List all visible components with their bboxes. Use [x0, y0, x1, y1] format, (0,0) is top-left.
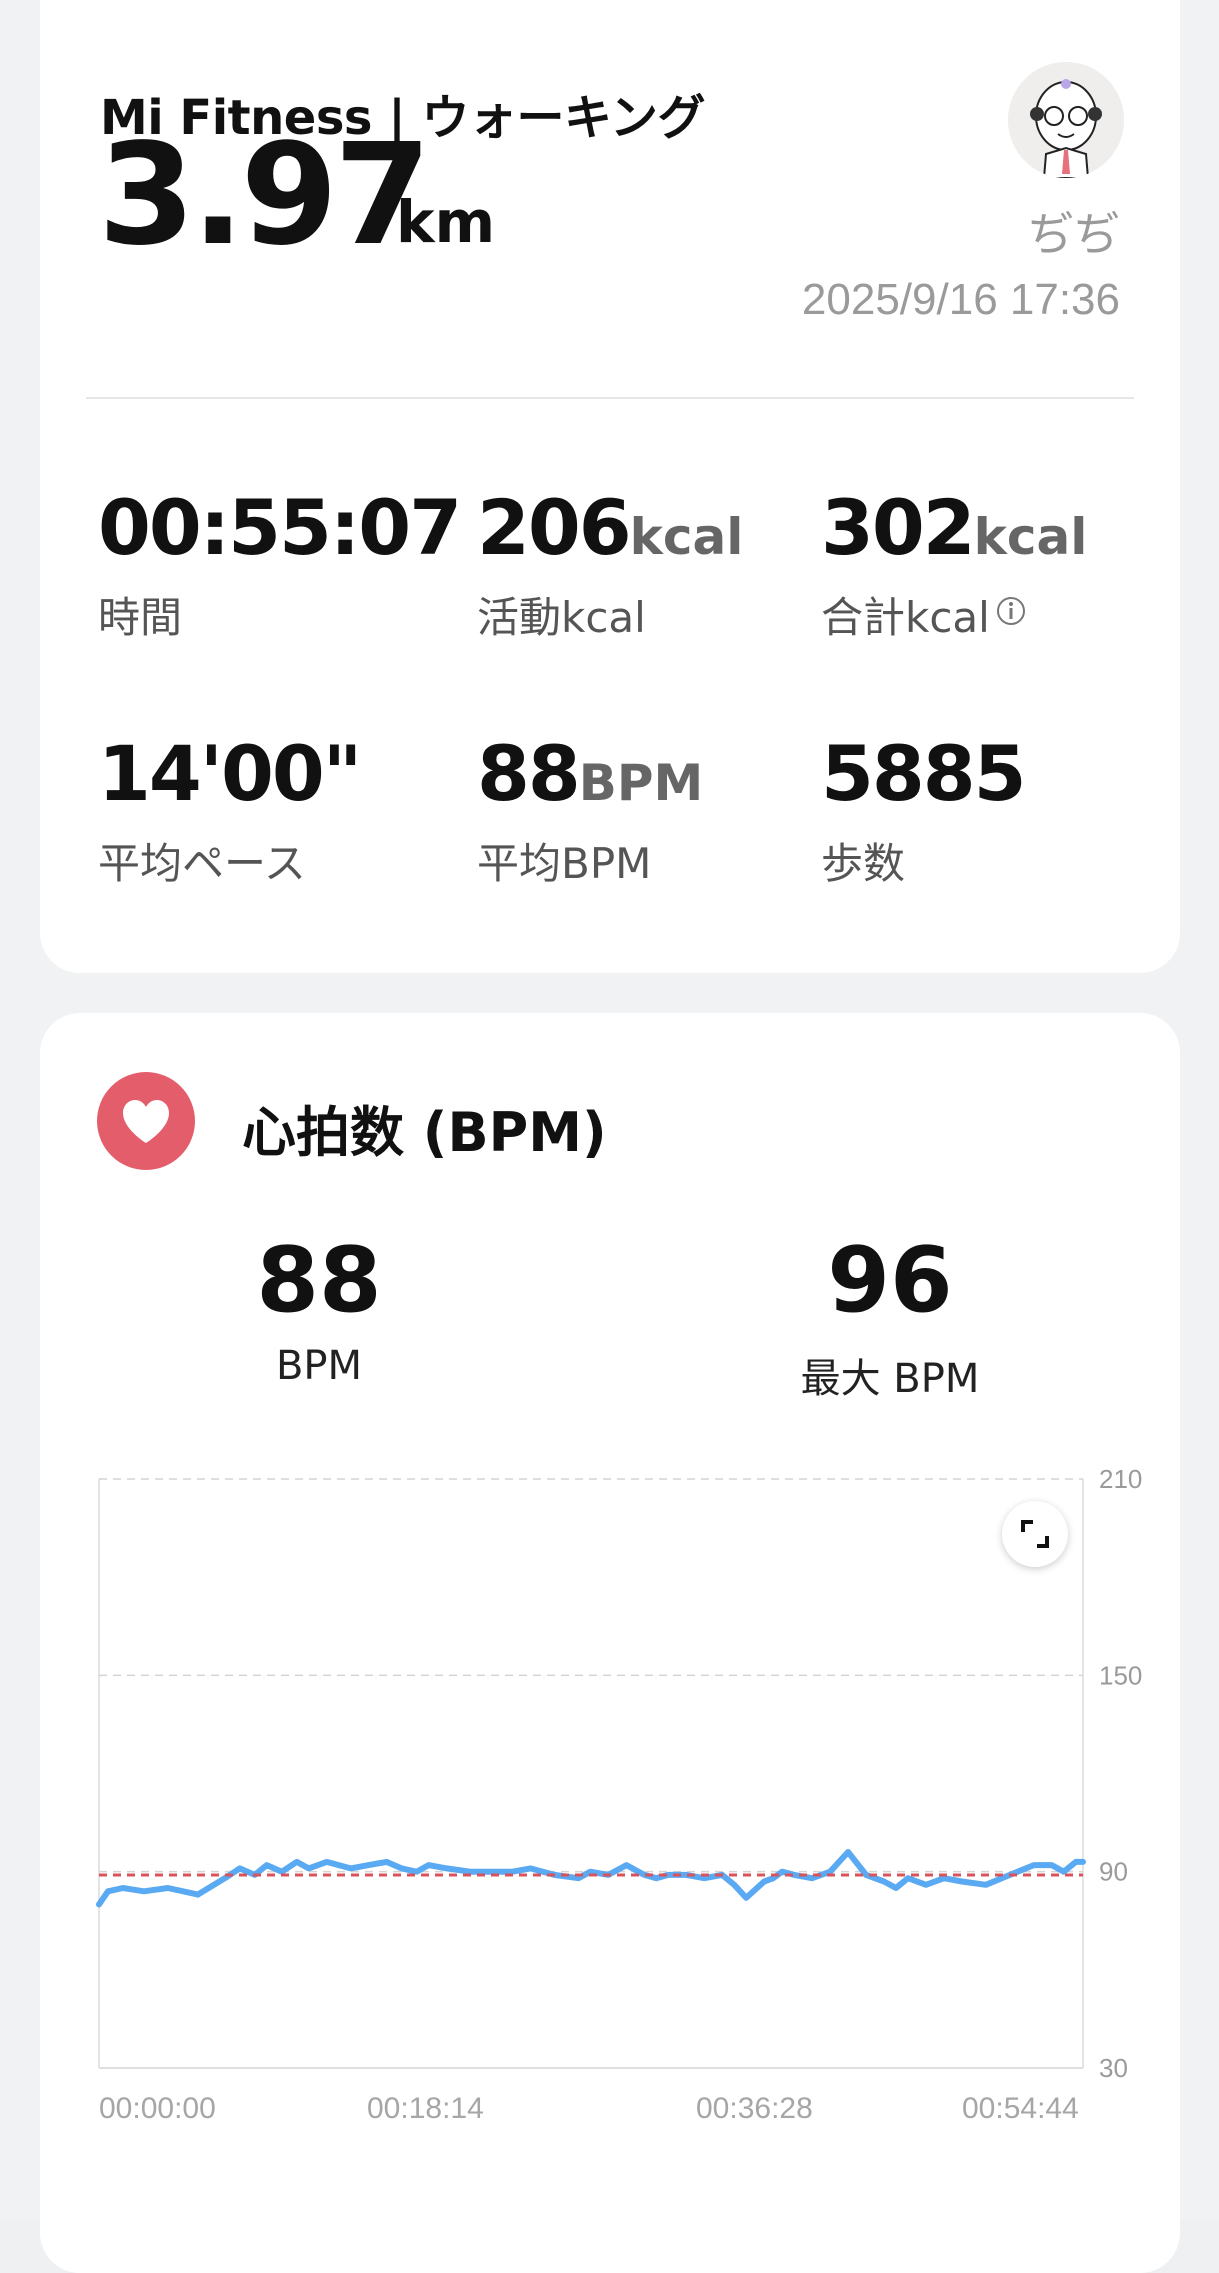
- heart-rate-series-line: [96, 1849, 1086, 1908]
- stat-value: 302: [821, 483, 976, 572]
- summary-card: Mi Fitness | ウォーキング 3.97 km ぢぢ 2025/9/16…: [40, 0, 1180, 973]
- avatar[interactable]: [1008, 62, 1124, 178]
- stat-active-kcal: 206kcal 活動kcal: [477, 490, 743, 645]
- username: ぢぢ: [1028, 207, 1120, 261]
- x-tick-label: 00:00:00: [99, 2092, 216, 2125]
- stat-avg-pace: 14'00" 平均ペース: [98, 736, 362, 891]
- stat-value: 00:55:07: [98, 483, 462, 572]
- stat-value: 206: [477, 483, 632, 572]
- stat-total-kcal: 302kcal 合計kcal: [821, 490, 1087, 645]
- heart-rate-card: 心拍数 (BPM) 88 BPM 96 最大 BPM 210 150 90 30 00:…: [40, 1013, 1180, 2273]
- stat-value: 5885: [821, 729, 1027, 818]
- stat-label: 歩数: [821, 839, 906, 888]
- stat-unit: BPM: [578, 754, 704, 812]
- heart-rate-chart: 210 150 90 30 00:00:00 00:18:14 00:36:28 00:54:…: [96, 1464, 1142, 2125]
- expand-icon: [1021, 1520, 1049, 1548]
- stat-unit: kcal: [629, 508, 744, 566]
- stat-value: 14'00": [98, 729, 362, 818]
- stat-steps: 5885 歩数: [821, 736, 1027, 891]
- x-tick-label: 00:36:28: [696, 2092, 813, 2125]
- avatar-illustration: [1008, 62, 1124, 178]
- y-tick-label: 210: [1099, 1464, 1142, 1494]
- x-tick-label: 00:54:44: [962, 2092, 1079, 2125]
- stat-duration: 00:55:07 時間: [98, 490, 462, 645]
- divider: [86, 397, 1134, 399]
- stat-label: 平均BPM: [477, 839, 652, 888]
- distance-unit: km: [396, 188, 496, 256]
- y-tick-label: 30: [1099, 2053, 1128, 2083]
- distance-value: 3.97: [98, 114, 431, 277]
- stat-label: 平均ペース: [98, 839, 306, 888]
- stat-label: 合計kcal: [821, 593, 990, 642]
- stat-value: 88: [477, 729, 581, 818]
- stat-label: 活動kcal: [477, 593, 646, 642]
- x-tick-label: 00:18:14: [367, 2092, 484, 2125]
- info-icon[interactable]: [996, 596, 1026, 626]
- workout-datetime: 2025/9/16 17:36: [801, 275, 1120, 324]
- expand-chart-button[interactable]: [1002, 1501, 1068, 1567]
- stat-unit: kcal: [973, 508, 1088, 566]
- stat-avg-bpm: 88BPM 平均BPM: [477, 736, 703, 891]
- y-tick-label: 150: [1099, 1660, 1142, 1690]
- stat-label: 時間: [98, 593, 183, 642]
- y-tick-label: 90: [1099, 1857, 1128, 1887]
